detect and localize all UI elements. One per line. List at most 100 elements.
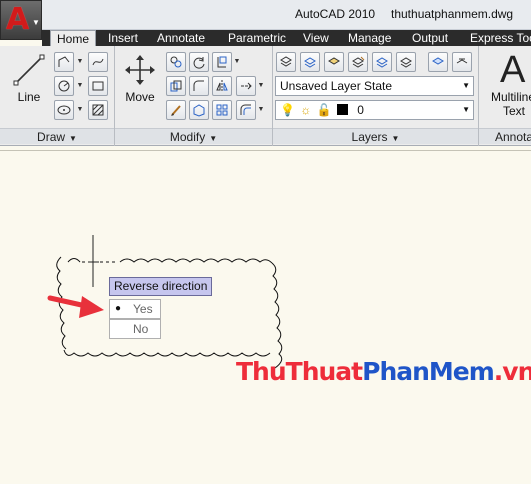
selected-bullet-icon: ● xyxy=(115,303,122,314)
ribbon-tab-bar: Home Insert Annotate Parametric View Man… xyxy=(42,30,531,47)
move-button[interactable]: Move xyxy=(118,50,162,122)
layers-icon xyxy=(400,57,412,68)
annotation-panel-label: Annotation xyxy=(495,130,531,144)
grid-icon xyxy=(216,104,228,116)
dynamic-prompt-title: Reverse direction xyxy=(109,277,212,296)
mirror-icon xyxy=(216,80,228,92)
fillet-button[interactable] xyxy=(189,76,209,96)
layer-tool-5-button[interactable] xyxy=(372,52,392,72)
layers-icon xyxy=(352,56,365,68)
line-label: Line xyxy=(17,90,41,104)
watermark-part-1: ThuThuat xyxy=(236,357,363,386)
watermark-part-3: .vn xyxy=(493,357,531,386)
stretch-button[interactable] xyxy=(166,76,186,96)
layers-icon xyxy=(432,57,444,65)
layer-tool-6-button[interactable] xyxy=(396,52,416,72)
layer-properties-button[interactable] xyxy=(276,52,296,72)
layers-icon xyxy=(280,56,292,67)
grid-array-button[interactable] xyxy=(212,100,232,120)
offset-icon xyxy=(240,104,251,115)
tab-annotate[interactable]: Annotate xyxy=(151,30,211,46)
modify-panel-title[interactable]: Modify ▼ xyxy=(115,128,272,144)
layers-icon xyxy=(328,57,340,65)
tab-manage[interactable]: Manage xyxy=(342,30,397,46)
layers-icon xyxy=(376,57,388,68)
layers-panel-title[interactable]: Layers ▼ xyxy=(273,128,478,144)
layers-panel-label: Layers xyxy=(351,130,388,144)
option-yes[interactable]: ● Yes xyxy=(109,299,161,319)
explode-dropdown-icon[interactable]: ▼ xyxy=(257,76,265,96)
option-no[interactable]: No xyxy=(109,319,161,339)
ellipse-icon xyxy=(57,105,71,115)
chevron-down-icon: ▼ xyxy=(209,134,218,143)
autocad-logo-icon: A xyxy=(6,2,30,37)
draw-panel-title[interactable]: Draw ▼ xyxy=(0,128,114,144)
offset-dropdown-icon[interactable]: ▼ xyxy=(257,100,265,120)
array-button[interactable] xyxy=(189,100,209,120)
spline-button[interactable] xyxy=(88,52,108,72)
tab-home[interactable]: Home xyxy=(50,30,97,47)
layer-tool-3-button[interactable] xyxy=(324,52,344,72)
brush-icon xyxy=(171,105,181,116)
line-button[interactable]: Line xyxy=(6,50,52,122)
layer-tool-4-button[interactable] xyxy=(348,52,368,72)
annotation-panel-title[interactable]: Annotation xyxy=(479,128,531,144)
erase-button[interactable] xyxy=(166,100,186,120)
ellipse-dropdown-icon[interactable]: ▼ xyxy=(76,100,84,120)
trim-icon xyxy=(217,56,227,68)
text-a-icon: A xyxy=(500,49,526,91)
move-label: Move xyxy=(125,90,155,104)
ribbon: Line ▼ ▼ ▼ Draw ▼ Move ▼ ▼ ▼ Modify ▼ Unsa… xyxy=(0,46,531,146)
copy-button[interactable] xyxy=(166,52,186,72)
layer-tool-8-button[interactable] xyxy=(452,52,472,72)
tab-insert[interactable]: Insert xyxy=(102,30,144,46)
lightbulb-icon: 💡 xyxy=(280,103,295,117)
tab-express-tools[interactable]: Express Tools xyxy=(464,30,531,46)
rotate-button[interactable] xyxy=(189,52,209,72)
move-icon xyxy=(118,50,162,90)
polyline-button[interactable] xyxy=(54,52,74,72)
modify-panel-label: Modify xyxy=(169,130,206,144)
layer-state-value: Unsaved Layer State xyxy=(280,79,393,93)
polyline-icon xyxy=(58,56,70,67)
sun-icon: ☼ xyxy=(300,103,312,117)
circle-button[interactable] xyxy=(54,76,74,96)
explode-button[interactable] xyxy=(236,76,256,96)
tab-view[interactable]: View xyxy=(297,30,335,46)
trim-button[interactable] xyxy=(212,52,232,72)
layer-state-select[interactable]: Unsaved Layer State ▼ xyxy=(275,76,474,96)
text-label: Text xyxy=(503,104,526,118)
option-no-label: No xyxy=(133,322,149,336)
copy-icon xyxy=(170,56,182,68)
watermark-part-2: PhanMem xyxy=(362,357,495,386)
watermark: ThuThuatPhanMem.vn xyxy=(236,357,531,386)
layer-select[interactable]: 💡 ☼ 🔓 0 ▼ xyxy=(275,100,474,120)
hatch-icon xyxy=(92,104,104,116)
red-arrow-pointer xyxy=(47,295,104,318)
current-layer-value: 0 xyxy=(357,103,364,117)
rectangle-button[interactable] xyxy=(88,76,108,96)
hatch-button[interactable] xyxy=(88,100,108,120)
circle-dropdown-icon[interactable]: ▼ xyxy=(76,76,84,96)
revision-cloud xyxy=(47,235,283,369)
layers-icon xyxy=(456,58,468,64)
file-title: thuthuatphanmem.dwg xyxy=(391,7,514,21)
trim-dropdown-icon[interactable]: ▼ xyxy=(233,52,241,72)
layer-tool-7-button[interactable] xyxy=(428,52,448,72)
layer-tool-2-button[interactable] xyxy=(300,52,320,72)
explode-icon xyxy=(241,82,252,90)
app-title: AutoCAD 2010 xyxy=(295,7,376,21)
draw-panel-label: Draw xyxy=(37,130,66,144)
rotate-icon xyxy=(193,57,205,69)
polyline-dropdown-icon[interactable]: ▼ xyxy=(76,52,84,72)
multiline-text-button[interactable]: A Multiline Text xyxy=(486,50,531,122)
offset-button[interactable] xyxy=(236,100,256,120)
tab-output[interactable]: Output xyxy=(406,30,454,46)
fillet-icon xyxy=(193,80,204,91)
tab-parametric[interactable]: Parametric xyxy=(222,30,292,46)
drawing-canvas[interactable] xyxy=(0,150,531,484)
application-menu-button[interactable]: A ▼ xyxy=(0,0,42,40)
mirror-button[interactable] xyxy=(212,76,232,96)
chevron-down-icon: ▼ xyxy=(462,105,470,114)
ellipse-button[interactable] xyxy=(54,100,74,120)
